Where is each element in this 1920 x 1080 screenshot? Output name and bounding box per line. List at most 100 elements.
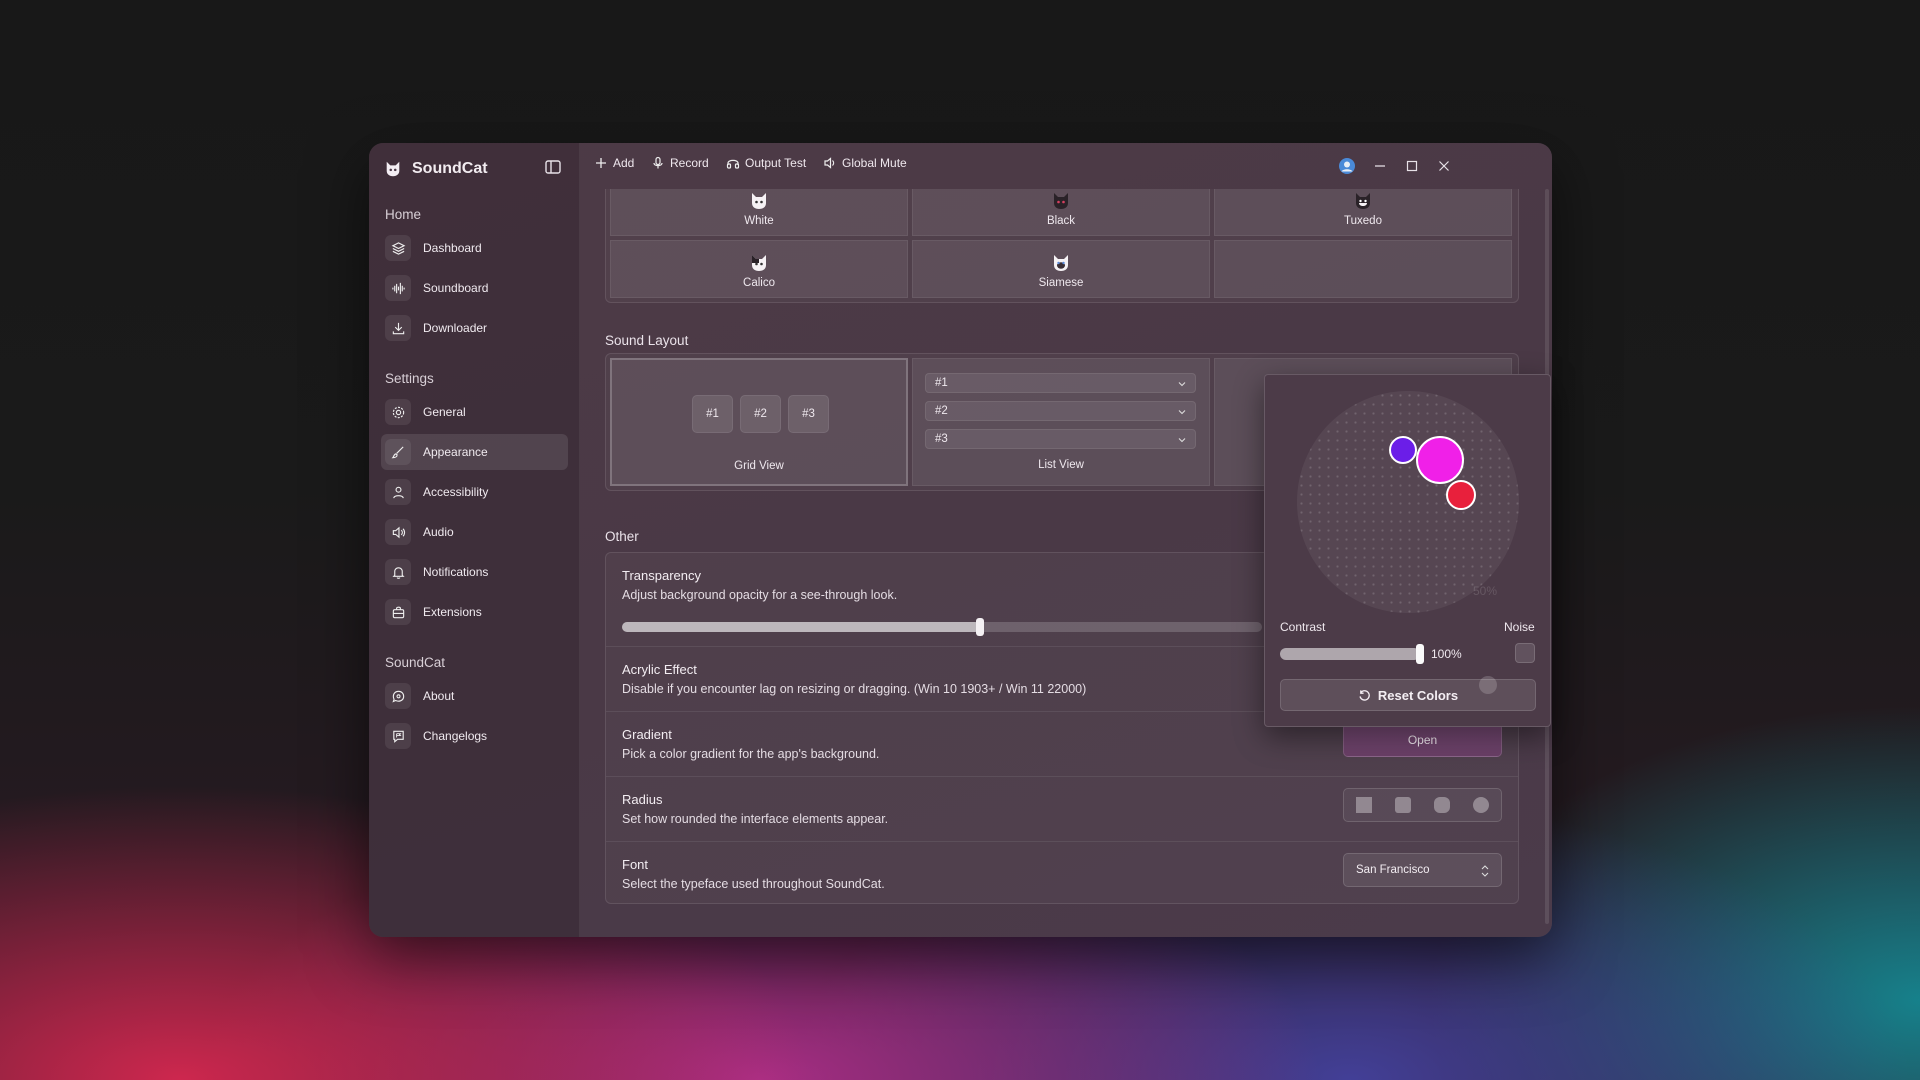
calico-cat-icon bbox=[752, 255, 766, 271]
maximize-icon[interactable] bbox=[1403, 157, 1421, 175]
setting-radius: Radius Set how rounded the interface ele… bbox=[606, 776, 1518, 841]
minimize-icon[interactable] bbox=[1371, 157, 1389, 175]
list-row: #2 bbox=[925, 401, 1196, 421]
add-button[interactable]: Add bbox=[594, 156, 634, 170]
reset-colors-button[interactable]: Reset Colors bbox=[1280, 679, 1536, 711]
output-test-button[interactable]: Output Test bbox=[726, 156, 806, 170]
radius-segmented-control bbox=[1343, 788, 1502, 822]
plus-icon bbox=[596, 158, 606, 168]
slider-thumb[interactable] bbox=[1416, 644, 1424, 664]
sidebar: SoundCat Home Dashboard Soundboard Downl… bbox=[369, 143, 580, 937]
sidebar-item-downloader[interactable]: Downloader bbox=[381, 310, 568, 346]
sidebar-item-label: Downloader bbox=[423, 321, 488, 335]
sidebar-item-general[interactable]: General bbox=[381, 394, 568, 430]
tuxedo-cat-icon bbox=[1356, 193, 1370, 209]
layers-icon bbox=[385, 235, 411, 261]
slider-thumb[interactable] bbox=[976, 618, 985, 636]
siamese-cat-icon bbox=[1054, 255, 1068, 271]
list-row: #3 bbox=[925, 429, 1196, 449]
sidebar-item-about[interactable]: About bbox=[381, 678, 568, 714]
noise-label: Noise bbox=[1504, 620, 1535, 634]
grid-chip: #1 bbox=[692, 395, 733, 433]
sidebar-item-audio[interactable]: Audio bbox=[381, 514, 568, 550]
sidebar-item-label: About bbox=[423, 689, 455, 703]
theme-tile-tuxedo[interactable]: Tuxedo bbox=[1214, 189, 1512, 236]
gradient-color-handle[interactable] bbox=[1389, 436, 1417, 464]
gradient-color-handle[interactable] bbox=[1416, 436, 1464, 484]
theme-tile-empty bbox=[1214, 240, 1512, 298]
sidebar-item-changelogs[interactable]: Changelogs bbox=[381, 718, 568, 754]
sidebar-item-label: Accessibility bbox=[423, 485, 489, 499]
sidebar-item-notifications[interactable]: Notifications bbox=[381, 554, 568, 590]
noise-checkbox[interactable] bbox=[1515, 643, 1535, 663]
font-select[interactable]: San Francisco bbox=[1343, 853, 1502, 887]
rounded-square-icon bbox=[1394, 797, 1411, 813]
rounded-square-icon bbox=[1434, 797, 1451, 813]
nav-group-settings: Settings bbox=[385, 371, 434, 386]
nav-group-soundcat: SoundCat bbox=[385, 655, 446, 670]
color-wheel[interactable] bbox=[1297, 391, 1519, 613]
chevron-down-icon bbox=[1178, 410, 1186, 415]
avatar-icon[interactable] bbox=[1338, 157, 1356, 175]
info-chat-icon bbox=[385, 683, 411, 709]
puzzle-icon bbox=[385, 599, 411, 625]
sidebar-item-label: General bbox=[423, 405, 466, 419]
setting-title: Font bbox=[622, 857, 649, 872]
slider-ghost-handle bbox=[1479, 676, 1497, 694]
sidebar-item-dashboard[interactable]: Dashboard bbox=[381, 230, 568, 266]
sidebar-toggle-icon[interactable] bbox=[544, 158, 562, 176]
layout-caption: List View bbox=[1038, 459, 1084, 471]
theme-tile-black[interactable]: Black bbox=[912, 189, 1210, 236]
sidebar-item-label: Extensions bbox=[423, 605, 482, 619]
transparency-slider[interactable] bbox=[622, 618, 1262, 636]
white-cat-icon bbox=[752, 193, 766, 209]
bell-icon bbox=[385, 559, 411, 585]
theme-tile-siamese[interactable]: Siamese bbox=[912, 240, 1210, 298]
theme-tile-calico[interactable]: Calico bbox=[610, 240, 908, 298]
person-icon bbox=[385, 479, 411, 505]
microphone-icon bbox=[653, 156, 663, 169]
setting-desc: Disable if you encounter lag on resizing… bbox=[622, 682, 1087, 696]
contrast-value: 100% bbox=[1431, 647, 1462, 661]
title-bar: Add Record Output Test Global Mute bbox=[580, 143, 1552, 189]
gradient-color-handle[interactable] bbox=[1446, 480, 1476, 510]
gradient-picker-popover: 50% Contrast Noise 100% Reset Colors bbox=[1264, 374, 1551, 727]
grid-chip: #2 bbox=[740, 395, 781, 433]
setting-title: Gradient bbox=[622, 727, 672, 742]
chevron-down-icon bbox=[1178, 382, 1186, 387]
global-mute-button[interactable]: Global Mute bbox=[823, 156, 907, 170]
setting-title: Acrylic Effect bbox=[622, 662, 697, 677]
gear-icon bbox=[385, 399, 411, 425]
section-title-other: Other bbox=[605, 529, 639, 544]
record-button[interactable]: Record bbox=[651, 156, 709, 170]
radius-option-small[interactable] bbox=[1383, 789, 1422, 821]
contrast-slider[interactable] bbox=[1280, 644, 1424, 664]
headphones-icon bbox=[726, 159, 740, 169]
chevron-updown-icon bbox=[1481, 865, 1489, 877]
contrast-label: Contrast bbox=[1280, 620, 1326, 634]
section-title-sound-layout: Sound Layout bbox=[605, 333, 689, 348]
waveform-icon bbox=[385, 275, 411, 301]
radius-option-medium[interactable] bbox=[1423, 789, 1462, 821]
sidebar-item-label: Dashboard bbox=[423, 241, 482, 255]
setting-title: Transparency bbox=[622, 568, 701, 583]
brand: SoundCat bbox=[384, 157, 488, 181]
close-icon[interactable] bbox=[1435, 157, 1453, 175]
layout-option-grid[interactable]: #1 #2 #3 Grid View bbox=[610, 358, 908, 486]
speaker-icon bbox=[824, 157, 835, 169]
sidebar-item-appearance[interactable]: Appearance bbox=[381, 434, 568, 470]
sidebar-item-accessibility[interactable]: Accessibility bbox=[381, 474, 568, 510]
radius-option-none[interactable] bbox=[1344, 789, 1383, 821]
flag-chat-icon bbox=[385, 723, 411, 749]
nav-group-home: Home bbox=[385, 207, 422, 222]
theme-tile-white[interactable]: White bbox=[610, 189, 908, 236]
layout-option-list[interactable]: #1 #2 #3 List View bbox=[912, 358, 1210, 486]
black-cat-icon bbox=[1054, 193, 1068, 209]
sidebar-item-label: Notifications bbox=[423, 565, 489, 579]
radius-option-full[interactable] bbox=[1462, 789, 1501, 821]
sidebar-item-extensions[interactable]: Extensions bbox=[381, 594, 568, 630]
sidebar-item-soundboard[interactable]: Soundboard bbox=[381, 270, 568, 306]
gradient-open-button[interactable]: Open bbox=[1343, 723, 1502, 757]
brush-icon bbox=[385, 439, 411, 465]
sidebar-item-label: Soundboard bbox=[423, 281, 489, 295]
